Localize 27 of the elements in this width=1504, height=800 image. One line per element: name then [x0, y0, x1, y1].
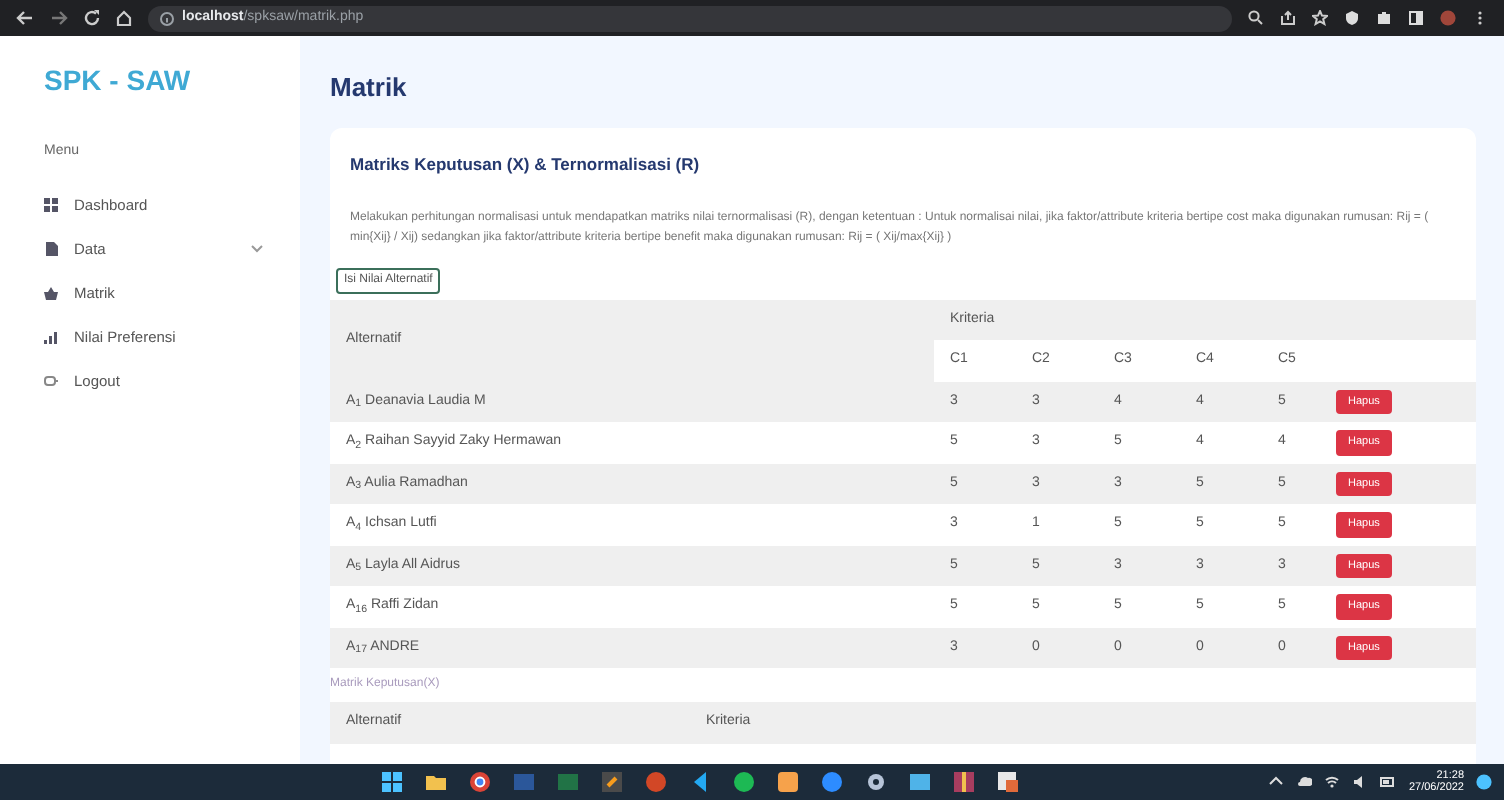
chevron-up-icon[interactable]: [1268, 774, 1285, 790]
browser-icon[interactable]: [468, 770, 493, 794]
share-icon[interactable]: [1280, 10, 1296, 26]
logout-icon: [44, 374, 58, 388]
zoom-icon[interactable]: [1248, 10, 1264, 26]
cloud-icon[interactable]: [1296, 774, 1313, 790]
grid-icon: [44, 198, 58, 212]
wifi-icon[interactable]: [1324, 774, 1341, 790]
star-icon[interactable]: [1312, 10, 1328, 26]
back-arrow-icon[interactable]: [16, 10, 34, 26]
folder-icon[interactable]: [424, 770, 449, 794]
basket-icon: [44, 286, 58, 300]
page-title: Matrik: [330, 70, 409, 106]
sidebar-icon[interactable]: [1408, 10, 1424, 26]
chevron-down-icon[interactable]: [250, 244, 264, 255]
gear-icon[interactable]: [864, 770, 889, 794]
battery-icon[interactable]: [1380, 774, 1397, 790]
app-logo: SPK - SAW: [44, 62, 193, 100]
card-title: Matriks Keputusan (X) & Ternormalisasi (R): [350, 151, 702, 177]
info-icon[interactable]: [160, 11, 174, 25]
start-icon[interactable]: [380, 770, 405, 794]
bar-chart-icon: [44, 330, 58, 344]
shield-icon[interactable]: [1344, 10, 1360, 26]
home-icon[interactable]: [116, 10, 132, 26]
file-icon: [44, 242, 58, 256]
forward-arrow-icon[interactable]: [50, 10, 68, 26]
reload-icon[interactable]: [84, 10, 100, 26]
